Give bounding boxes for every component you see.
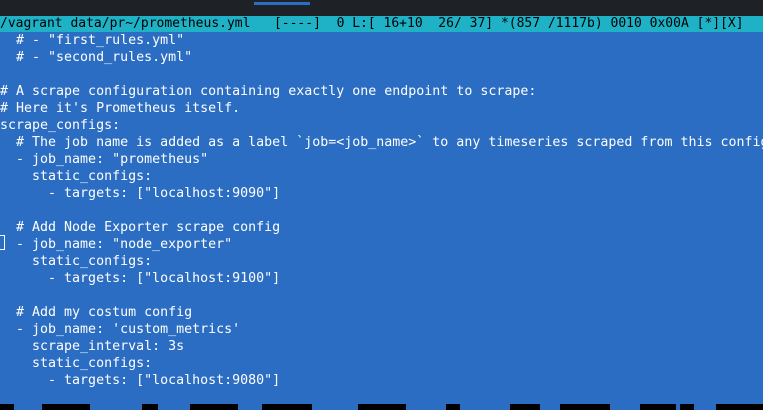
fkey-segment[interactable]	[262, 404, 312, 410]
fkey-segment[interactable]	[446, 404, 460, 410]
fkey-segment[interactable]	[142, 404, 158, 410]
code-line[interactable]: - job_name: 'custom_metrics'	[0, 321, 763, 338]
fkey-segment[interactable]	[680, 404, 694, 410]
code-line[interactable]: # The job name is added as a label `job=…	[0, 134, 763, 151]
code-line[interactable]: # Here it's Prometheus itself.	[0, 100, 763, 117]
code-line[interactable]: - job_name: "prometheus"	[0, 151, 763, 168]
code-line[interactable]: - job_name: "node_exporter"	[0, 236, 763, 253]
fkey-segment[interactable]	[716, 404, 763, 410]
code-line[interactable]: # A scrape configuration containing exac…	[0, 83, 763, 100]
code-line[interactable]: static_configs:	[0, 253, 763, 270]
line-position: L:[ 16+10 26/ 37]	[352, 16, 494, 31]
code-line[interactable]: scrape_interval: 3s	[0, 338, 763, 355]
fkey-segment[interactable]	[42, 404, 90, 410]
code-line[interactable]: - targets: ["localhost:9090"]	[0, 185, 763, 202]
terminal-window: /vagrant data/pr~/prometheus.yml [----] …	[0, 0, 763, 410]
char-code: 0010 0x00A	[610, 16, 689, 31]
code-line[interactable]: # Add Node Exporter scrape config	[0, 219, 763, 236]
fkey-segment[interactable]	[0, 404, 14, 410]
code-line[interactable]: # - "first_rules.yml"	[0, 32, 763, 49]
fkey-segment[interactable]	[510, 404, 540, 410]
window-top-strip	[0, 0, 763, 16]
code-line[interactable]: # Add my costum config	[0, 304, 763, 321]
fkey-segment[interactable]	[640, 404, 676, 410]
code-line[interactable]	[0, 66, 763, 83]
code-line[interactable]	[0, 202, 763, 219]
fkey-segment[interactable]	[358, 404, 406, 410]
file-path: /vagrant data/pr~/prometheus.yml	[0, 16, 251, 31]
fkey-segment[interactable]	[560, 404, 610, 410]
fkey-segment[interactable]	[190, 404, 238, 410]
editor-text-area[interactable]: # - "first_rules.yml" # - "second_rules.…	[0, 32, 763, 404]
code-line[interactable]: # - "second_rules.yml"	[0, 49, 763, 66]
char-position: *(857 /1117b)	[500, 16, 603, 31]
modified-flags: [*][X]	[696, 16, 744, 31]
column-number: 0	[336, 16, 345, 31]
code-line[interactable]: static_configs:	[0, 168, 763, 185]
code-line[interactable]	[0, 287, 763, 304]
code-line[interactable]: scrape_configs:	[0, 117, 763, 134]
code-line[interactable]: static_configs:	[0, 355, 763, 372]
active-tab-indicator[interactable]	[254, 2, 310, 5]
editor-status-bar: /vagrant data/pr~/prometheus.yml [----] …	[0, 16, 763, 32]
edit-mode: [----]	[273, 16, 321, 31]
code-line[interactable]: - targets: ["localhost:9080"]	[0, 372, 763, 389]
code-line[interactable]: - targets: ["localhost:9100"]	[0, 270, 763, 287]
